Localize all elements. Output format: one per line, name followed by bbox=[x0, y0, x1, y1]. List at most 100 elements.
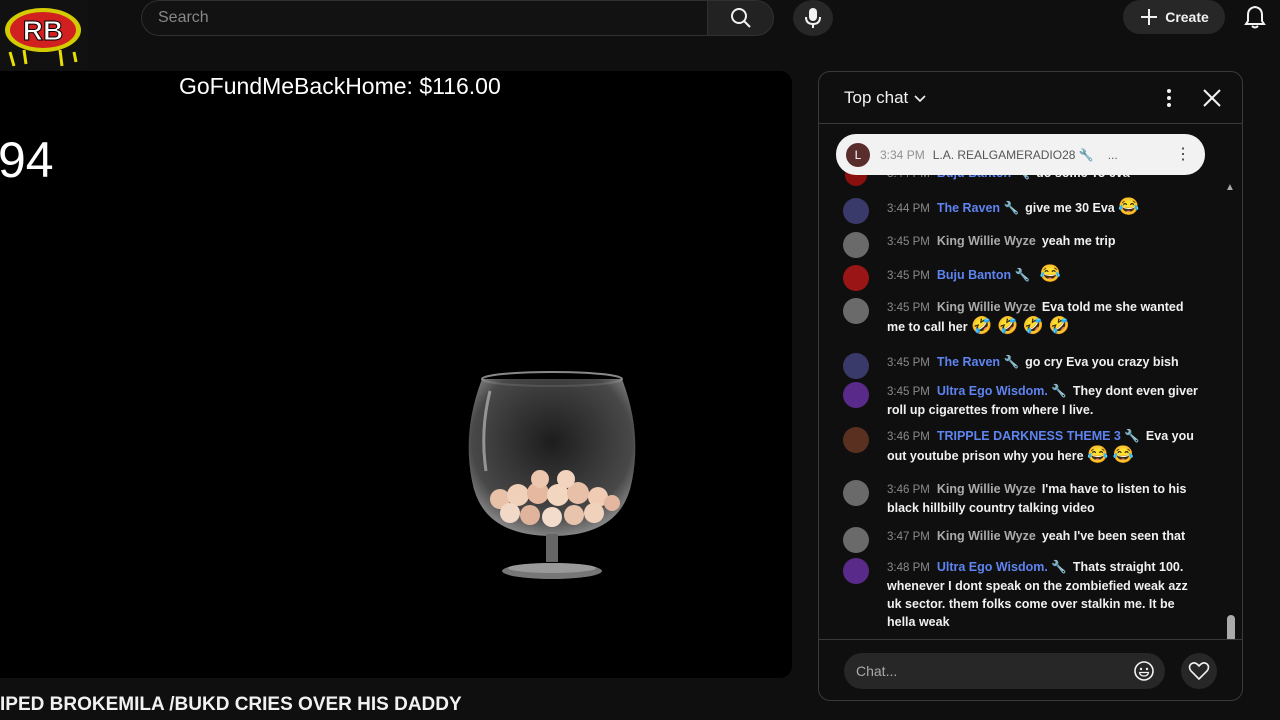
search-input[interactable] bbox=[158, 9, 691, 27]
avatar bbox=[843, 353, 869, 379]
bell-icon bbox=[1244, 5, 1266, 29]
chat-message-author[interactable]: Buju Banton 🔧 bbox=[937, 268, 1030, 282]
channel-logo[interactable]: RB bbox=[0, 0, 88, 70]
chat-message-body: 3:46 PM King Willie Wyze I'ma have to list… bbox=[887, 480, 1203, 517]
brandy-glass-image bbox=[468, 371, 636, 579]
chat-message-list[interactable]: 3:44 PMBuju Banton 🔧do some To eva L 3:3… bbox=[819, 124, 1242, 639]
chat-message-time: 3:45 PM bbox=[887, 302, 930, 314]
overlay-number: 94 bbox=[0, 132, 54, 188]
mic-icon bbox=[805, 8, 821, 28]
chat-message-text: yeah I've been seen that bbox=[1041, 529, 1186, 543]
avatar bbox=[843, 298, 869, 324]
chevron-down-icon bbox=[914, 95, 926, 103]
chat-footer bbox=[819, 639, 1242, 700]
chat-input[interactable] bbox=[856, 663, 1126, 679]
heart-icon bbox=[1188, 662, 1210, 681]
live-chat-panel: Top chat 3:44 bbox=[818, 71, 1243, 701]
chat-message: 3:44 PM The Raven 🔧 give me 30 Eva 😂 bbox=[843, 198, 1203, 224]
chat-message-author[interactable]: Ultra Ego Wisdom. 🔧 bbox=[937, 560, 1067, 574]
avatar bbox=[843, 480, 869, 506]
chat-message-body: 3:47 PM King Willie Wyze yeah I've been se… bbox=[887, 527, 1203, 546]
voice-search-button[interactable] bbox=[793, 0, 833, 36]
chat-message-author[interactable]: TRIPPLE DARKNESS THEME 3 🔧 bbox=[937, 429, 1140, 443]
pinned-message-author: L.A. REALGAMERADIO28 🔧 bbox=[932, 147, 1094, 162]
chat-message: 3:46 PM King Willie Wyze I'ma have to list… bbox=[843, 480, 1203, 517]
chat-message-time: 3:45 PM bbox=[887, 270, 930, 282]
chat-message-time: 3:45 PM bbox=[887, 236, 930, 248]
chat-close-button[interactable] bbox=[1199, 84, 1225, 112]
search-button[interactable] bbox=[707, 0, 774, 36]
chat-message-author[interactable]: King Willie Wyze bbox=[937, 482, 1036, 496]
chat-message-body: 3:45 PM King Willie Wyze Eva told me she w… bbox=[887, 298, 1203, 336]
avatar bbox=[843, 527, 869, 553]
svg-text:RB: RB bbox=[23, 15, 63, 46]
chat-message-emoji: 🤣 🤣 🤣 🤣 bbox=[971, 316, 1070, 335]
plus-icon bbox=[1141, 9, 1158, 25]
video-title: IPED BROKEMILA /BUKD CRIES OVER HIS DADD… bbox=[0, 694, 462, 715]
chat-scrollbar-thumb[interactable] bbox=[1227, 615, 1235, 639]
chat-message-author[interactable]: Ultra Ego Wisdom. 🔧 bbox=[937, 384, 1067, 398]
avatar bbox=[843, 558, 869, 584]
chat-message: 3:46 PM TRIPPLE DARKNESS THEME 3 🔧 Eva you… bbox=[843, 427, 1203, 465]
chat-message-author[interactable]: The Raven 🔧 bbox=[937, 201, 1019, 215]
chat-message-body: 3:45 PM Buju Banton 🔧 😂 bbox=[887, 265, 1203, 285]
chat-message-text: I'ma have to listen to his black hillbil… bbox=[887, 482, 1187, 515]
more-vert-icon bbox=[1167, 89, 1171, 107]
chat-more-button[interactable] bbox=[1159, 86, 1179, 110]
chat-message-body: 3:44 PM The Raven 🔧 give me 30 Eva 😂 bbox=[887, 198, 1203, 218]
pinned-message-ellipsis: ... bbox=[1107, 147, 1118, 162]
avatar bbox=[843, 198, 869, 224]
chat-message-body: 3:45 PM Ultra Ego Wisdom. 🔧 They dont even… bbox=[887, 382, 1203, 419]
chat-message-author[interactable]: King Willie Wyze bbox=[937, 234, 1036, 248]
chat-message-time: 3:44 PM bbox=[887, 203, 930, 215]
chat-input-box bbox=[844, 653, 1165, 689]
fundraiser-overlay: GoFundMeBackHome: $116.00 bbox=[179, 73, 501, 99]
pinned-message-banner[interactable]: L 3:34 PM L.A. REALGAMERADIO28 🔧 ... ⋮ bbox=[836, 134, 1205, 175]
avatar bbox=[843, 232, 869, 258]
more-vert-icon[interactable]: ⋮ bbox=[1175, 144, 1191, 164]
chat-message: 3:48 PM Ultra Ego Wisdom. 🔧 Thats straight… bbox=[843, 558, 1203, 631]
avatar bbox=[843, 427, 869, 453]
video-player[interactable]: GoFundMeBackHome: $116.00 94 bbox=[0, 71, 792, 678]
chat-message-body: 3:45 PM King Willie Wyze yeah me trip bbox=[887, 232, 1203, 251]
scroll-up-arrow[interactable]: ▲ bbox=[1225, 182, 1235, 193]
chat-message-author[interactable]: King Willie Wyze bbox=[937, 529, 1036, 543]
emoji-icon[interactable] bbox=[1133, 660, 1155, 682]
app-root: RB Create GoFundMeBackHome: bbox=[0, 0, 1280, 720]
chat-message-emoji: 😂 😂 bbox=[1087, 445, 1135, 464]
chat-message-time: 3:45 PM bbox=[887, 357, 930, 369]
chat-message-body: 3:46 PM TRIPPLE DARKNESS THEME 3 🔧 Eva you… bbox=[887, 427, 1203, 465]
chat-mode-selector[interactable]: Top chat bbox=[844, 88, 928, 108]
create-button[interactable]: Create bbox=[1123, 0, 1225, 34]
chat-message-time: 3:46 PM bbox=[887, 484, 930, 496]
chat-header: Top chat bbox=[819, 72, 1242, 124]
pinned-message-time: 3:34 PM bbox=[880, 147, 925, 162]
chat-message: 3:45 PM King Willie Wyze Eva told me she w… bbox=[843, 298, 1203, 336]
heart-button[interactable] bbox=[1181, 653, 1217, 689]
chat-message: 3:47 PM King Willie Wyze yeah I've been se… bbox=[843, 527, 1203, 553]
chat-message: 3:45 PM King Willie Wyze yeah me trip bbox=[843, 232, 1203, 258]
chat-message: 3:45 PM Buju Banton 🔧 😂 bbox=[843, 265, 1203, 291]
chat-message-author[interactable]: King Willie Wyze bbox=[937, 300, 1036, 314]
chat-message-text: give me 30 Eva bbox=[1025, 201, 1115, 215]
chat-mode-label: Top chat bbox=[844, 88, 909, 107]
notifications-button[interactable] bbox=[1240, 2, 1270, 32]
chat-message-text: yeah me trip bbox=[1041, 234, 1116, 248]
close-icon bbox=[1203, 89, 1221, 107]
search-box bbox=[141, 0, 707, 36]
avatar: L bbox=[846, 142, 870, 167]
create-button-label: Create bbox=[1165, 9, 1209, 25]
chat-message-text: go cry Eva you crazy bish bbox=[1025, 355, 1179, 369]
search-icon bbox=[730, 8, 751, 28]
chat-message: 3:45 PM Ultra Ego Wisdom. 🔧 They dont even… bbox=[843, 382, 1203, 419]
chat-message: 3:45 PM The Raven 🔧 go cry Eva you crazy b… bbox=[843, 353, 1203, 379]
chat-message-time: 3:45 PM bbox=[887, 386, 930, 398]
chat-message-time: 3:47 PM bbox=[887, 531, 930, 543]
chat-message-emoji: 😂 bbox=[1118, 197, 1140, 216]
chat-message-body: 3:48 PM Ultra Ego Wisdom. 🔧 Thats straight… bbox=[887, 558, 1203, 631]
channel-logo-image: RB bbox=[0, 0, 88, 70]
chat-message-time: 3:48 PM bbox=[887, 562, 930, 574]
chat-message-author[interactable]: The Raven 🔧 bbox=[937, 355, 1019, 369]
chat-message-body: 3:45 PM The Raven 🔧 go cry Eva you crazy b… bbox=[887, 353, 1203, 372]
avatar bbox=[843, 265, 869, 291]
